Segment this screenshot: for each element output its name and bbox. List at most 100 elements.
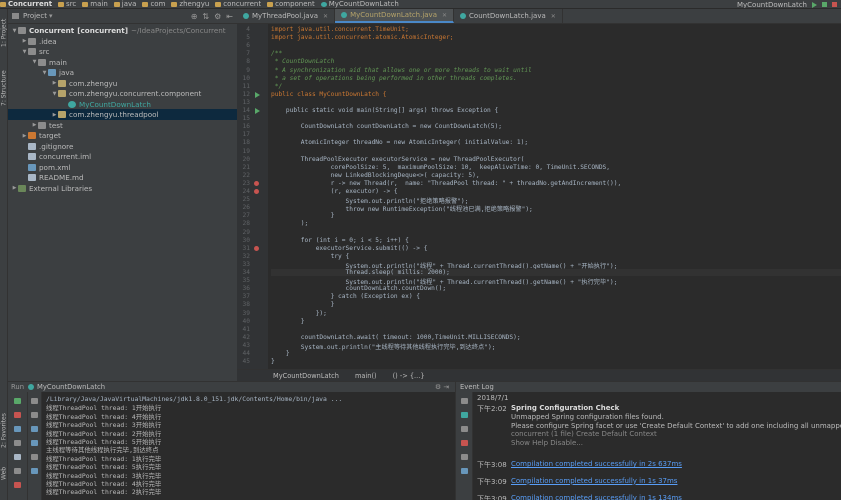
code-line[interactable]: System.out.println("主线程等待其他线程执行完毕,到达终点")… [271, 342, 496, 351]
code-line[interactable]: corePoolSize: 5, maximumPoolSize: 10, ke… [271, 164, 610, 171]
project-tool-tab[interactable]: 1: Project [0, 13, 8, 53]
code-line[interactable]: */ [271, 83, 282, 90]
chevron-down-icon[interactable]: ▼ [11, 28, 18, 34]
chevron-down-icon[interactable]: ▼ [41, 70, 48, 76]
code-line[interactable]: } [271, 318, 305, 325]
code-line[interactable]: } [271, 350, 290, 357]
tree-item[interactable]: ▼ java [8, 67, 237, 78]
tree-item[interactable]: ▼ src [8, 46, 237, 57]
project-view-selector[interactable]: Project [23, 12, 47, 20]
chevron-down-icon[interactable]: ▼ [51, 91, 58, 97]
tree-item[interactable]: ▶ com.zhengyu.threadpool [8, 109, 237, 120]
chevron-down-icon[interactable]: ▼ [21, 49, 28, 55]
run-icon[interactable] [812, 1, 817, 8]
event-link[interactable]: Compilation completed successfully in 2s… [511, 460, 682, 468]
chevron-down-icon[interactable]: ▼ [31, 59, 38, 65]
trash-icon[interactable] [461, 468, 468, 474]
tree-item[interactable]: ▼ Concurrent [concurrent] ~/IdeaProjects/Co… [8, 25, 237, 36]
down-icon[interactable] [31, 412, 38, 418]
code-line[interactable]: countDownLatch.countDown(); [271, 285, 447, 292]
print-icon[interactable] [31, 454, 38, 460]
chevron-right-icon[interactable]: ▶ [21, 133, 28, 139]
close-icon[interactable] [14, 482, 21, 488]
run-gutter-icon[interactable] [255, 91, 260, 98]
tree-item[interactable]: .gitignore [8, 141, 237, 152]
pin-icon[interactable] [14, 468, 21, 474]
breadcrumb-com[interactable]: com [142, 0, 165, 8]
breakpoint-icon[interactable] [254, 180, 259, 186]
scroll-end-icon[interactable] [461, 426, 468, 432]
event-action[interactable]: concurrent (1 file) Create Default Conte… [511, 430, 657, 438]
chevron-right-icon[interactable]: ▶ [21, 38, 28, 44]
mark-read-icon[interactable] [461, 440, 468, 446]
soft-wrap-icon[interactable] [31, 426, 38, 432]
code-line[interactable]: } catch (Exception ex) { [271, 293, 420, 300]
collapse-icon[interactable]: ⇅ [202, 12, 209, 21]
chevron-down-icon[interactable]: ▾ [49, 12, 53, 20]
editor-tab[interactable]: MyCountDownLatch.java ✕ [335, 9, 455, 23]
breadcrumb-zhengyu[interactable]: zhengyu [171, 0, 209, 8]
code-line[interactable]: }); [271, 310, 327, 317]
tree-item[interactable]: README.md [8, 172, 237, 183]
breadcrumb-class[interactable]: MyCountDownLatch [273, 372, 339, 380]
code-line[interactable]: (r, executor) -> { [271, 188, 398, 195]
scroll-end-icon[interactable] [31, 440, 38, 446]
breadcrumb-src[interactable]: src [58, 0, 76, 8]
code-line[interactable]: /** [271, 50, 282, 57]
rerun-icon[interactable] [14, 398, 21, 404]
code-line[interactable]: } [271, 358, 275, 365]
tree-item[interactable]: ▶ target [8, 130, 237, 141]
gear-icon[interactable]: ⚙ [214, 12, 221, 21]
code-line[interactable]: ThreadPoolExecutor executorService = new… [271, 156, 525, 163]
tree-item[interactable]: ▼ com.zhengyu.concurrent.component [8, 88, 237, 99]
breadcrumb-java[interactable]: java [113, 0, 136, 8]
stop-icon[interactable] [14, 412, 21, 418]
hide-icon[interactable]: ⇤ [226, 12, 233, 21]
chevron-right-icon[interactable]: ▶ [11, 185, 18, 191]
gear-icon[interactable]: ⚙ ⇥ [435, 383, 449, 391]
soft-wrap-icon[interactable] [461, 412, 468, 418]
event-link[interactable]: Compilation completed successfully in 1s… [511, 477, 677, 485]
code-line[interactable]: } [271, 301, 335, 308]
breadcrumb-lambda[interactable]: () -> {...} [393, 372, 425, 380]
code-line[interactable]: executorService.submit(() -> { [271, 245, 428, 252]
breadcrumb-concurrent[interactable]: concurrent [215, 0, 261, 8]
chevron-right-icon[interactable]: ▶ [31, 122, 38, 128]
favorites-tool-tab[interactable]: 2: Favorites [0, 409, 8, 453]
breakpoint-icon[interactable] [254, 245, 259, 251]
code-line[interactable]: for (int i = 0; i < 5; i++) { [271, 237, 409, 244]
debug-icon[interactable] [822, 2, 827, 7]
close-icon[interactable]: ✕ [551, 13, 556, 20]
settings-icon[interactable] [461, 398, 468, 404]
run-config-tab[interactable]: MyCountDownLatch [37, 383, 105, 391]
chevron-right-icon[interactable]: ▶ [51, 112, 58, 118]
code-editor[interactable]: import java.util.concurrent.TimeUnit; imp… [268, 24, 841, 369]
chevron-right-icon[interactable]: ▶ [51, 80, 58, 86]
event-link[interactable]: Compilation completed successfully in 1s… [511, 494, 682, 500]
breadcrumb-component[interactable]: component [267, 0, 315, 8]
code-line[interactable]: import java.util.concurrent.atomic.Atomi… [271, 34, 454, 41]
tree-item[interactable]: pom.xml [8, 162, 237, 173]
code-line[interactable]: r -> new Thread(r, name: "ThreadPool thr… [271, 180, 622, 187]
tree-item[interactable]: ▶ test [8, 120, 237, 131]
code-line[interactable]: } [271, 212, 335, 219]
tree-item[interactable]: concurrent.iml [8, 151, 237, 162]
stop-icon[interactable] [832, 2, 837, 7]
dump-threads-icon[interactable] [14, 440, 21, 446]
trash-icon[interactable] [31, 468, 38, 474]
breakpoint-icon[interactable] [254, 189, 259, 194]
code-line[interactable]: import java.util.concurrent.TimeUnit; [271, 26, 409, 33]
breadcrumb-project[interactable]: Concurrent [0, 0, 52, 8]
editor-tab[interactable]: MyThreadPool.java ✕ [237, 9, 336, 23]
structure-tool-tab[interactable]: 7: Structure [0, 63, 8, 113]
run-console[interactable]: /Library/Java/JavaVirtualMachines/jdk1.8… [42, 392, 455, 500]
code-line[interactable]: public static void main(String[] args) t… [271, 107, 498, 114]
code-line[interactable]: new LinkedBlockingDeque<>( capacity: 5), [271, 172, 480, 179]
settings-icon[interactable] [14, 454, 21, 460]
code-line[interactable]: public class MyCountDownLatch { [271, 91, 386, 98]
run-config-selector[interactable]: MyCountDownLatch [737, 1, 807, 9]
close-icon[interactable]: ✕ [442, 12, 447, 19]
code-line[interactable]: try { [271, 253, 350, 260]
tree-item[interactable]: ▶ .idea [8, 36, 237, 47]
tree-item[interactable]: ▼ main [8, 57, 237, 68]
